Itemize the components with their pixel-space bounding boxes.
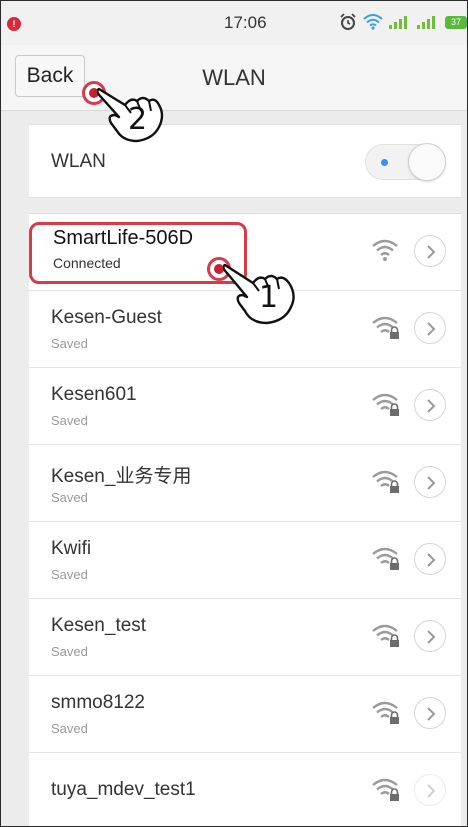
chevron-right-icon [427, 399, 436, 413]
chevron-right-icon [427, 322, 436, 336]
back-button[interactable]: Back [15, 55, 85, 97]
network-details-button[interactable] [414, 543, 446, 575]
wifi-locked-icon [372, 624, 399, 647]
status-icons: 37 [339, 11, 467, 33]
wifi-locked-icon [372, 701, 399, 724]
chevron-right-icon [427, 630, 436, 644]
toggle-knob[interactable] [408, 143, 446, 181]
chevron-right-icon [427, 784, 436, 798]
chevron-right-icon [427, 476, 436, 490]
network-row[interactable]: smmo8122 Saved [29, 676, 461, 753]
wifi-locked-icon [372, 778, 399, 801]
network-row[interactable]: Kwifi Saved [29, 522, 461, 599]
toggle-indicator-icon [381, 159, 388, 166]
wifi-locked-icon [372, 547, 399, 570]
title-bar: WLAN Back [1, 45, 467, 111]
chevron-right-icon [427, 245, 436, 259]
wlan-toggle-label: WLAN [51, 151, 106, 172]
network-status: Saved [51, 336, 88, 351]
network-row[interactable]: Kesen_test Saved [29, 599, 461, 676]
network-status: Saved [51, 644, 88, 659]
network-details-button[interactable] [414, 312, 446, 344]
chevron-right-icon [427, 553, 436, 567]
signal-icon [389, 16, 407, 29]
chevron-right-icon [427, 707, 436, 721]
wifi-locked-icon [372, 393, 399, 416]
notification-dot-icon: ! [7, 17, 21, 31]
network-status: Saved [51, 721, 88, 736]
network-name: Kesen-Guest [51, 307, 162, 328]
network-details-button[interactable] [414, 697, 446, 729]
wlan-toggle-switch[interactable] [365, 143, 446, 181]
wifi-icon [363, 14, 383, 30]
network-details-button[interactable] [414, 620, 446, 652]
battery-icon: 37 [445, 15, 467, 29]
network-details-button[interactable] [414, 235, 446, 267]
step-number: 1 [259, 280, 279, 315]
wifi-locked-icon [372, 316, 399, 339]
wlan-toggle-row: WLAN [29, 124, 461, 198]
network-name: smmo8122 [51, 692, 145, 713]
status-time: 17:06 [224, 13, 267, 32]
network-status: Saved [51, 567, 88, 582]
network-name: Kwifi [51, 538, 92, 559]
network-status: Saved [51, 490, 88, 505]
network-name: Kesen601 [51, 384, 137, 405]
network-row[interactable]: tuya_mdev_test1 [29, 753, 461, 826]
network-status: Saved [51, 413, 88, 428]
network-name: tuya_mdev_test1 [51, 779, 196, 800]
phone-screen: ! 17:06 37 WLAN Back WLAN SmartLife-506D… [0, 0, 468, 827]
wifi-locked-icon [372, 470, 399, 493]
step-number: 2 [128, 102, 148, 137]
network-details-button[interactable] [414, 774, 446, 806]
network-name: Kesen_业务专用 [51, 466, 192, 487]
status-bar: ! 17:06 37 [1, 1, 467, 45]
network-name: Kesen_test [51, 615, 147, 636]
network-details-button[interactable] [414, 389, 446, 421]
wifi-signal-icon [372, 239, 398, 261]
network-row[interactable]: Kesen601 Saved [29, 368, 461, 445]
signal-icon [417, 16, 435, 29]
network-details-button[interactable] [414, 466, 446, 498]
alarm-icon [340, 13, 356, 30]
network-row[interactable]: Kesen_业务专用 Saved [29, 445, 461, 522]
